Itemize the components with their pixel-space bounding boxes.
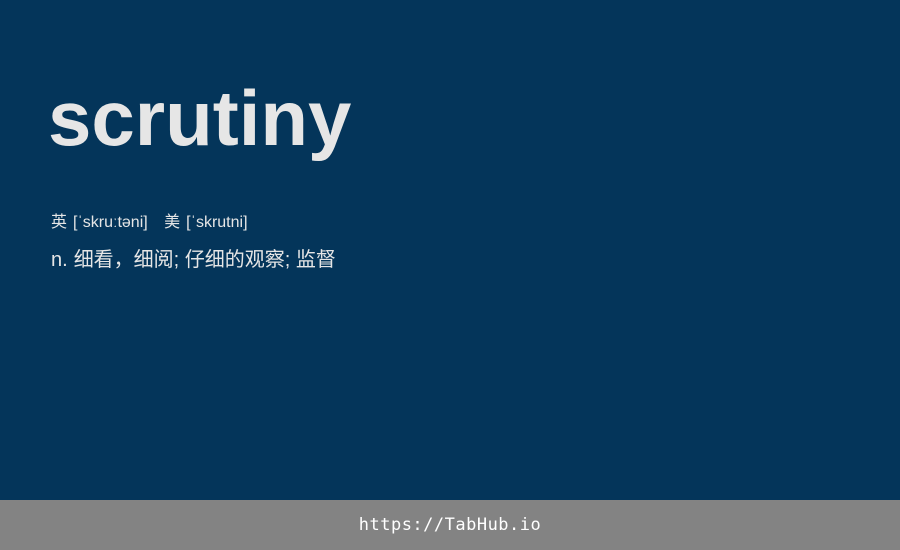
phonetic-us-label: 美 [164, 214, 181, 231]
definition-meaning: 细看，细阅; 仔细的观察; 监督 [73, 249, 336, 271]
phonetic-us: 美 [ˈskrutni] [164, 212, 247, 234]
definition-row: n. 细看，细阅; 仔细的观察; 监督 [51, 246, 336, 274]
part-of-speech: n. [51, 249, 68, 271]
phonetic-us-ipa: [ˈskrutni] [186, 214, 248, 231]
phonetic-uk-ipa: [ˈskruːtəni] [73, 214, 148, 231]
footer-bar: https://TabHub.io [0, 500, 900, 550]
phonetics-row: 英 [ˈskruːtəni] 美 [ˈskrutni] [51, 212, 260, 234]
word-title: scrutiny [48, 74, 352, 162]
word-card: scrutiny 英 [ˈskruːtəni] 美 [ˈskrutni] n. 细看，… [0, 0, 900, 500]
footer-link[interactable]: https://TabHub.io [359, 515, 542, 535]
phonetic-uk: 英 [ˈskruːtəni] [51, 212, 148, 234]
phonetic-uk-label: 英 [51, 214, 68, 231]
